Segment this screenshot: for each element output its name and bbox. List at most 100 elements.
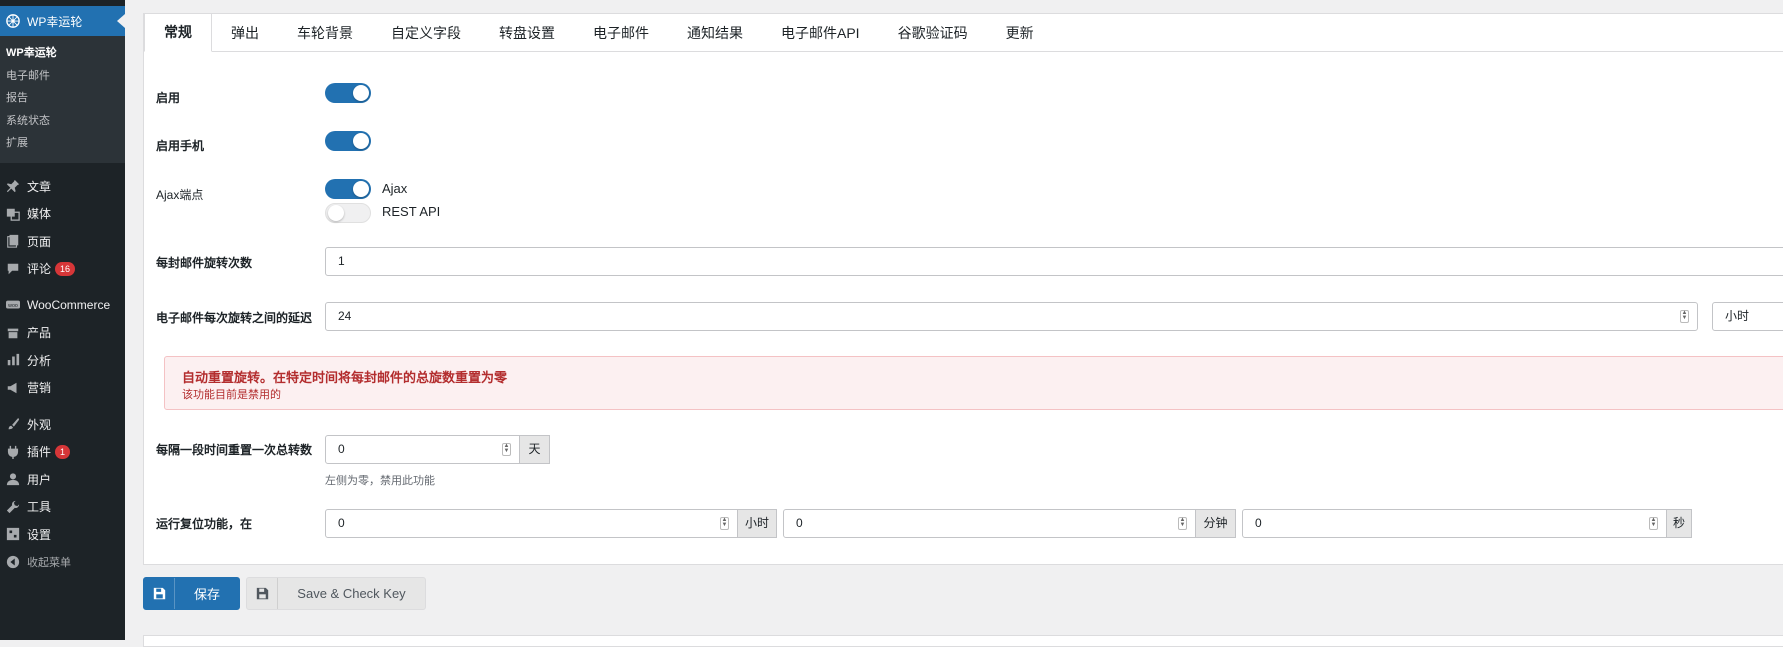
sidebar-item-analytics[interactable]: 分析 — [0, 347, 125, 375]
sidebar-item-plugins[interactable]: 插件 1 — [0, 438, 125, 466]
sidebar-item-marketing[interactable]: 营销 — [0, 374, 125, 402]
enable-mobile-toggle[interactable] — [325, 131, 371, 151]
reset-period-value: 0 — [338, 442, 345, 456]
delay-spinner-icon[interactable]: ▲ ▼ — [1680, 310, 1689, 323]
sidebar-item-wp-lucky-wheel[interactable]: WP幸运轮 — [0, 6, 125, 36]
reset-seconds-spinner-icon[interactable]: ▲ ▼ — [1649, 517, 1658, 530]
sidebar-item-label: 产品 — [27, 326, 52, 341]
enable-mobile-label: 启用手机 — [156, 139, 205, 153]
sidebar-item-label: WP幸运轮 — [27, 14, 83, 29]
sidebar-item-posts[interactable]: 文章 — [0, 173, 125, 201]
delay-input[interactable]: 24 ▲ ▼ — [325, 302, 1698, 331]
rest-api-option-label: REST API — [382, 204, 441, 219]
media-icon — [4, 205, 22, 223]
auto-reset-notice: 自动重置旋转。在特定时间将每封邮件的总旋数重置为零 该功能目前是禁用的 — [164, 356, 1783, 410]
sidebar-item-tools[interactable]: 工具 — [0, 493, 125, 521]
collapse-icon — [4, 553, 22, 571]
ajax-option-label: Ajax — [382, 181, 408, 196]
user-icon — [4, 470, 22, 488]
sidebar-item-appearance[interactable]: 外观 — [0, 411, 125, 439]
spins-per-email-label: 每封邮件旋转次数 — [156, 256, 253, 270]
sidebar-item-users[interactable]: 用户 — [0, 466, 125, 494]
tab-wheel-settings[interactable]: 转盘设置 — [480, 15, 574, 51]
next-section-box — [143, 635, 1783, 647]
plugin-icon — [4, 443, 22, 461]
rest-api-toggle[interactable] — [325, 203, 371, 223]
hours-unit: 小时 — [737, 509, 777, 538]
sidebar-item-comments[interactable]: 评论 16 — [0, 255, 125, 283]
sidebar-item-label: 页面 — [27, 234, 52, 249]
comment-count-badge: 16 — [55, 261, 76, 276]
delay-label: 电子邮件每次旋转之间的延迟 — [156, 311, 313, 325]
submenu-item-report[interactable]: 报告 — [0, 87, 125, 110]
sidebar-item-media[interactable]: 媒体 — [0, 200, 125, 228]
floppy-disk-icon — [247, 578, 278, 609]
analytics-icon — [4, 351, 22, 369]
woocommerce-icon: woo — [4, 296, 22, 314]
tab-email[interactable]: 电子邮件 — [574, 15, 668, 51]
sidebar-item-label: 分析 — [27, 353, 52, 368]
sidebar-item-pages[interactable]: 页面 — [0, 228, 125, 256]
delay-unit-select[interactable]: 小时 — [1712, 302, 1783, 331]
run-reset-label: 运行复位功能，在 — [156, 517, 253, 531]
save-button[interactable]: 保存 — [143, 577, 240, 610]
reset-period-input[interactable]: 0 ▲ ▼ — [325, 435, 520, 464]
tab-notify-result[interactable]: 通知结果 — [668, 15, 762, 51]
sidebar-item-label: 用户 — [27, 472, 52, 487]
product-icon — [4, 324, 22, 342]
submenu-item-system-status[interactable]: 系统状态 — [0, 110, 125, 133]
tab-popup[interactable]: 弹出 — [212, 15, 278, 51]
pin-icon — [4, 177, 22, 195]
sidebar-collapse-menu[interactable]: 收起菜单 — [0, 548, 125, 576]
reset-hours-spinner-icon[interactable]: ▲ ▼ — [720, 517, 729, 530]
sidebar-menu: 文章 媒体 页面 评论 16 woo WooCommerce 产品 分析 营销 … — [0, 163, 125, 576]
tab-wheel-background[interactable]: 车轮背景 — [278, 15, 372, 51]
reset-minutes-spinner-icon[interactable]: ▲ ▼ — [1178, 517, 1187, 530]
ajax-endpoint-label: Ajax端点 — [156, 188, 204, 202]
tab-general[interactable]: 常规 — [144, 13, 212, 52]
enable-toggle[interactable] — [325, 83, 371, 103]
reset-period-spinner-icon[interactable]: ▲ ▼ — [502, 443, 511, 456]
save-check-key-label: Save & Check Key — [297, 586, 406, 601]
reset-seconds-input[interactable]: 0 ▲ ▼ — [1242, 509, 1667, 538]
submenu-item-wp-lucky-wheel[interactable]: WP幸运轮 — [0, 42, 125, 65]
minutes-unit: 分钟 — [1195, 509, 1236, 538]
reset-minutes-value: 0 — [796, 516, 803, 530]
reset-period-unit: 天 — [519, 435, 550, 464]
reset-hours-input[interactable]: 0 ▲ ▼ — [325, 509, 738, 538]
sidebar-item-woocommerce[interactable]: woo WooCommerce — [0, 292, 125, 320]
tab-email-api[interactable]: 电子邮件API — [762, 15, 879, 51]
settings-icon — [4, 525, 22, 543]
tab-update[interactable]: 更新 — [987, 15, 1053, 51]
sidebar-item-label: 营销 — [27, 381, 52, 396]
tab-custom-fields[interactable]: 自定义字段 — [372, 15, 480, 51]
sidebar-item-label: WooCommerce — [27, 298, 111, 313]
seconds-unit: 秒 — [1666, 509, 1692, 538]
sidebar-item-label: 文章 — [27, 179, 52, 194]
spins-per-email-input[interactable]: 1 — [325, 247, 1783, 276]
comment-icon — [4, 260, 22, 278]
brush-icon — [4, 415, 22, 433]
reset-period-help: 左侧为零，禁用此功能 — [325, 475, 435, 487]
settings-panel: 常规 弹出 车轮背景 自定义字段 转盘设置 电子邮件 通知结果 电子邮件API … — [143, 13, 1783, 565]
reset-period-label: 每隔一段时间重置一次总转数 — [156, 443, 313, 457]
enable-label: 启用 — [156, 91, 181, 105]
sidebar-item-products[interactable]: 产品 — [0, 319, 125, 347]
ajax-toggle[interactable] — [325, 179, 371, 199]
submenu-item-extensions[interactable]: 扩展 — [0, 132, 125, 155]
save-button-label: 保存 — [193, 587, 220, 602]
tab-recaptcha[interactable]: 谷歌验证码 — [879, 15, 987, 51]
wheel-icon — [4, 12, 22, 30]
reset-minutes-input[interactable]: 0 ▲ ▼ — [783, 509, 1196, 538]
notice-title: 自动重置旋转。在特定时间将每封邮件的总旋数重置为零 — [182, 370, 508, 385]
reset-seconds-value: 0 — [1255, 516, 1262, 530]
sidebar-item-label: 评论 — [27, 262, 52, 277]
sidebar-item-label: 外观 — [27, 417, 52, 432]
sidebar-item-settings[interactable]: 设置 — [0, 521, 125, 549]
submenu-item-email[interactable]: 电子邮件 — [0, 65, 125, 88]
save-check-key-button[interactable]: Save & Check Key — [246, 577, 426, 610]
sidebar-submenu: WP幸运轮 电子邮件 报告 系统状态 扩展 — [0, 36, 125, 163]
admin-sidebar: WP幸运轮 WP幸运轮 电子邮件 报告 系统状态 扩展 文章 媒体 页面 评论 … — [0, 0, 125, 640]
delay-value: 24 — [338, 309, 352, 323]
sidebar-item-label: 媒体 — [27, 207, 52, 222]
